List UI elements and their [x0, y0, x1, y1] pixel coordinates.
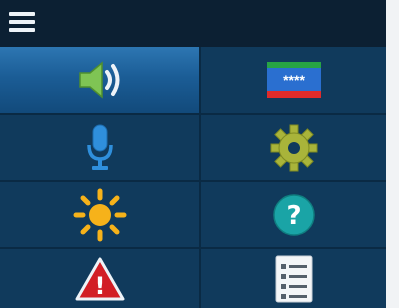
sun-icon: [73, 188, 126, 241]
tile-warning[interactable]: !: [0, 249, 199, 308]
column-divider: [199, 47, 201, 308]
tile-brightness[interactable]: [0, 182, 199, 247]
device-frame: **** ? !: [0, 0, 399, 308]
tile-sound[interactable]: [0, 47, 199, 113]
warning-symbol: !: [94, 272, 105, 300]
microphone-icon: [86, 124, 113, 170]
list-document-icon: [275, 255, 312, 302]
pin-code-mask: ****: [283, 72, 305, 88]
tile-pin-code[interactable]: ****: [201, 47, 386, 113]
tile-help[interactable]: ?: [201, 182, 386, 247]
help-symbol: ?: [286, 201, 301, 231]
warning-triangle-icon: !: [75, 257, 124, 300]
speaker-volume-icon: [78, 61, 119, 99]
top-bar: [0, 0, 386, 47]
question-mark-icon: ?: [272, 193, 315, 236]
tile-voice[interactable]: [0, 115, 199, 180]
tile-list[interactable]: [201, 249, 386, 308]
main-screen: **** ? !: [0, 0, 386, 308]
pin-code-card-icon: ****: [266, 62, 321, 98]
tile-settings[interactable]: [201, 115, 386, 180]
hamburger-menu-icon[interactable]: [9, 12, 35, 32]
gear-icon: [270, 124, 317, 171]
